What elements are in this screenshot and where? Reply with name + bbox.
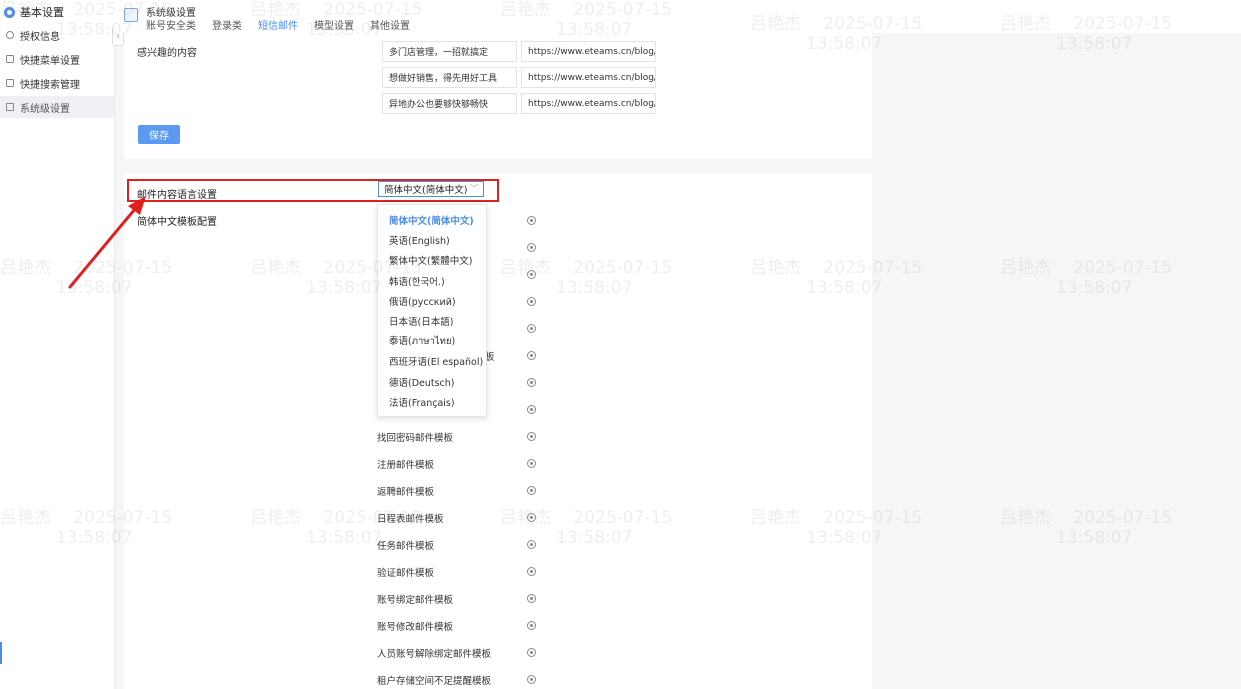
template-row: 验证邮件模板 bbox=[377, 564, 577, 580]
sidebar-title-label: 基本设置 bbox=[20, 6, 64, 19]
person-icon bbox=[6, 31, 14, 39]
template-settings-icon[interactable] bbox=[527, 432, 536, 441]
sidebar-item-label: 系统级设置 bbox=[20, 103, 70, 115]
template-row: 人员账号解除绑定邮件模板 bbox=[377, 645, 577, 661]
sidebar-item-system[interactable]: 系统级设置 bbox=[0, 96, 114, 118]
watermark: 吕艳杰 2025-07-1513:58:07 bbox=[1000, 508, 1173, 548]
sidebar-item-label: 快捷搜索管理 bbox=[20, 79, 80, 91]
interest-row: 异地办公也要够快够畅快 https://www.eteams.cn/blog/4 bbox=[382, 93, 656, 114]
template-name: 注册邮件模板 bbox=[377, 460, 435, 471]
dropdown-option[interactable]: 简体中文(简体中文) bbox=[378, 210, 486, 230]
template-row: 账号修改邮件模板 bbox=[377, 618, 577, 634]
page-icon bbox=[124, 8, 138, 22]
template-name: 账号修改邮件模板 bbox=[377, 622, 454, 633]
template-settings-icon[interactable] bbox=[527, 459, 536, 468]
template-settings-icon[interactable] bbox=[527, 216, 536, 225]
sidebar-item-label: 授权信息 bbox=[20, 31, 60, 43]
template-name: 验证邮件模板 bbox=[377, 568, 435, 579]
template-name: 日程表邮件模板 bbox=[377, 514, 444, 525]
sidebar-title[interactable]: 基本设置 bbox=[4, 4, 64, 20]
interest-url-input[interactable]: https://www.eteams.cn/blog/4 bbox=[521, 41, 656, 62]
template-name: 租户存储空间不足提醒模板 bbox=[377, 676, 492, 687]
sidebar-item-license[interactable]: 授权信息 bbox=[0, 24, 114, 46]
template-row: 租户存储空间不足提醒模板 bbox=[377, 672, 577, 688]
template-name: 人员账号解除绑定邮件模板 bbox=[377, 649, 492, 660]
dropdown-option[interactable]: 法语(Français) bbox=[378, 392, 486, 412]
template-row: 返聘邮件模板 bbox=[377, 483, 577, 499]
dropdown-option[interactable]: 泰语(ภาษาไทย) bbox=[378, 331, 486, 351]
interest-row: 多门店管理，一招就搞定 https://www.eteams.cn/blog/4 bbox=[382, 41, 656, 62]
mail-settings-card: 邮件内容语言设置 简体中文(简体中文) ﹀ 简体中文模板配置 板 找回密码邮件模… bbox=[124, 173, 872, 689]
template-row: 账号绑定邮件模板 bbox=[377, 591, 577, 607]
interest-title-input[interactable]: 想做好销售，得先用好工具 bbox=[382, 67, 517, 88]
template-settings-icon[interactable] bbox=[527, 567, 536, 576]
search-manage-icon bbox=[6, 79, 14, 87]
template-config-label: 简体中文模板配置 bbox=[137, 217, 217, 228]
sidebar-indicator bbox=[0, 642, 2, 664]
template-settings-icon[interactable] bbox=[527, 513, 536, 522]
template-settings-icon[interactable] bbox=[527, 351, 536, 360]
template-name: 账号绑定邮件模板 bbox=[377, 595, 454, 606]
interest-row: 想做好销售，得先用好工具 https://www.eteams.cn/blog/… bbox=[382, 67, 656, 88]
template-settings-icon[interactable] bbox=[527, 648, 536, 657]
template-settings-icon[interactable] bbox=[527, 378, 536, 387]
template-settings-icon[interactable] bbox=[527, 675, 536, 684]
template-name: 任务邮件模板 bbox=[377, 541, 435, 552]
highlight-box bbox=[127, 179, 499, 202]
sidebar-item-quick-search[interactable]: 快捷搜索管理 bbox=[0, 72, 114, 94]
template-row: 注册邮件模板 bbox=[377, 456, 577, 472]
template-name: 返聘邮件模板 bbox=[377, 487, 435, 498]
system-icon bbox=[6, 103, 14, 111]
sidebar: 基本设置 授权信息 快捷菜单设置 快捷搜索管理 系统级设置 bbox=[0, 0, 115, 689]
sidebar-item-quick-menu[interactable]: 快捷菜单设置 bbox=[0, 48, 114, 70]
dropdown-option[interactable]: 繁体中文(繁體中文) bbox=[378, 250, 486, 270]
dropdown-option[interactable]: 英语(English) bbox=[378, 230, 486, 250]
template-settings-icon[interactable] bbox=[527, 486, 536, 495]
interest-title-input[interactable]: 多门店管理，一招就搞定 bbox=[382, 41, 517, 62]
template-row: 找回密码邮件模板 bbox=[377, 429, 577, 445]
dropdown-option[interactable]: 日本语(日本語) bbox=[378, 311, 486, 331]
template-name: 找回密码邮件模板 bbox=[377, 433, 454, 444]
interests-card: 感兴趣的内容 多门店管理，一招就搞定 https://www.eteams.cn… bbox=[124, 33, 872, 159]
template-settings-icon[interactable] bbox=[527, 297, 536, 306]
template-settings-icon[interactable] bbox=[527, 270, 536, 279]
template-row: 日程表邮件模板 bbox=[377, 510, 577, 526]
menu-icon bbox=[6, 55, 14, 63]
dropdown-option[interactable]: 德语(Deutsch) bbox=[378, 372, 486, 392]
watermark: 吕艳杰 2025-07-1513:58:07 bbox=[1000, 258, 1173, 298]
dropdown-option[interactable]: 西班牙语(El español) bbox=[378, 351, 486, 371]
template-settings-icon[interactable] bbox=[527, 405, 536, 414]
dropdown-option[interactable]: 俄语(русский) bbox=[378, 291, 486, 311]
template-settings-icon[interactable] bbox=[527, 540, 536, 549]
template-row: 任务邮件模板 bbox=[377, 537, 577, 553]
interest-url-input[interactable]: https://www.eteams.cn/blog/4 bbox=[521, 67, 656, 88]
template-settings-icon[interactable] bbox=[527, 243, 536, 252]
page-header: 系统级设置 账号安全类 登录类 短信邮件 模型设置 其他设置 bbox=[114, 0, 1241, 36]
interest-title-input[interactable]: 异地办公也要够快够畅快 bbox=[382, 93, 517, 114]
template-settings-icon[interactable] bbox=[527, 324, 536, 333]
save-button[interactable]: 保存 bbox=[138, 125, 180, 144]
sidebar-item-label: 快捷菜单设置 bbox=[20, 55, 80, 67]
language-dropdown: 简体中文(简体中文) 英语(English) 繁体中文(繁體中文) 韩语(한국어… bbox=[377, 204, 487, 417]
interests-label: 感兴趣的内容 bbox=[137, 48, 197, 59]
dropdown-option[interactable]: 韩语(한국어.) bbox=[378, 271, 486, 291]
template-settings-icon[interactable] bbox=[527, 621, 536, 630]
settings-icon bbox=[4, 6, 15, 18]
interest-url-input[interactable]: https://www.eteams.cn/blog/4 bbox=[521, 93, 656, 114]
template-settings-icon[interactable] bbox=[527, 594, 536, 603]
